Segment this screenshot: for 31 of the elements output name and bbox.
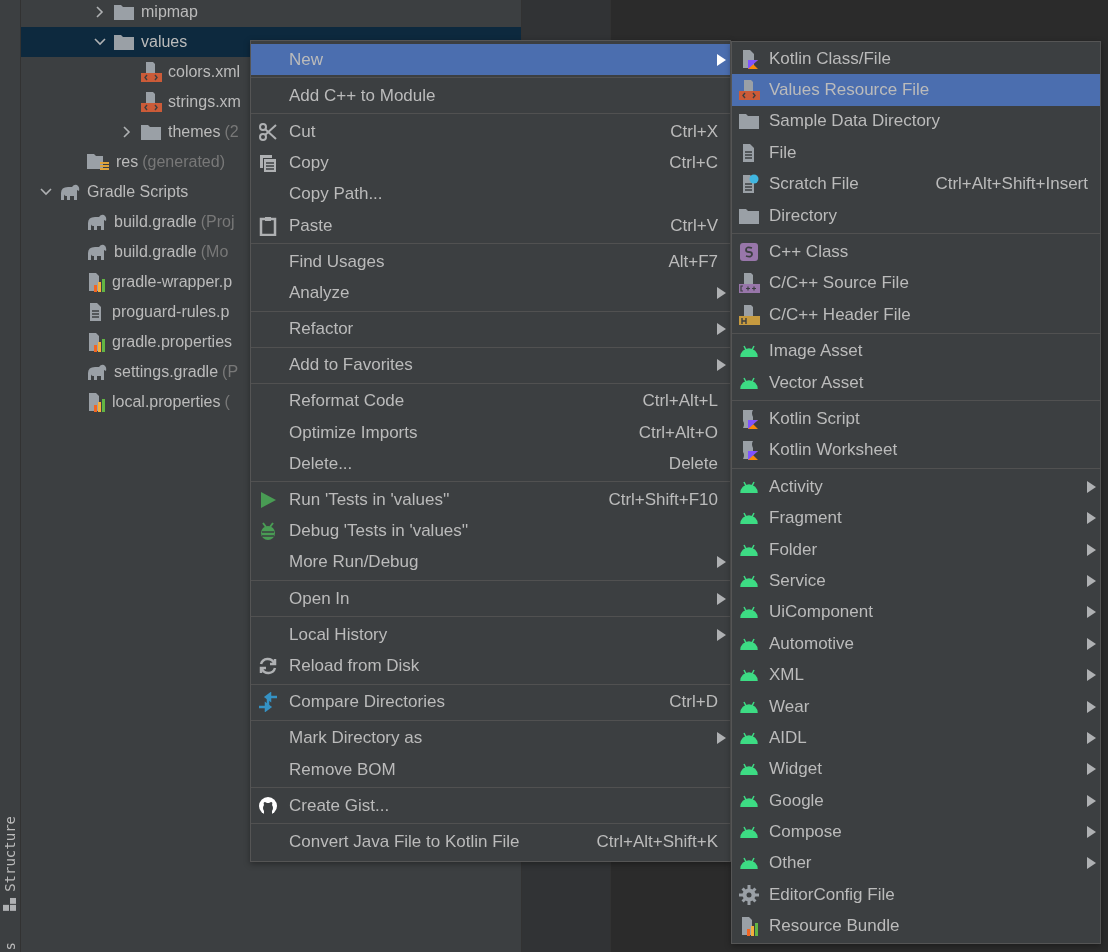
tree-item-label: Gradle Scripts	[87, 183, 189, 201]
tree-item-label: build.gradle	[114, 213, 197, 231]
tree-item-label: strings.xm	[168, 93, 241, 111]
tree-item-label: proguard-rules.p	[112, 303, 230, 321]
shortcut-text: Ctrl+Alt+Shift+K	[596, 831, 718, 852]
tree-item-note: (Mo	[200, 243, 229, 261]
shortcut-text: Ctrl+X	[670, 121, 718, 142]
shortcut-text: Ctrl+Shift+F10	[608, 490, 718, 511]
tree-item-label: res	[116, 153, 139, 171]
shortcut-text: Ctrl+C	[669, 153, 718, 174]
tree-item-note: (P	[222, 363, 239, 381]
shortcut-text: Ctrl+Alt+O	[638, 422, 718, 443]
tree-item-label: gradle.properties	[112, 333, 233, 351]
tree-item-note: (Proj	[200, 213, 235, 231]
tree-item-note: (generated)	[142, 153, 225, 171]
shortcut-text: Ctrl+V	[670, 215, 718, 236]
tree-item-label: settings.gradle	[114, 363, 219, 381]
shortcut-text: Ctrl+Alt+Shift+Insert	[935, 174, 1088, 195]
shortcut-text: Alt+F7	[668, 251, 718, 272]
tree-item-label: gradle-wrapper.p	[112, 273, 233, 291]
tree-item-label: colors.xml	[168, 63, 240, 81]
shortcut-text: Ctrl+Alt+L	[642, 391, 718, 412]
tree-item-label: mipmap	[141, 3, 198, 21]
tree-item-label: local.properties	[112, 393, 221, 411]
shortcut-text: Ctrl+D	[669, 692, 718, 713]
tree-item-note: (	[224, 393, 230, 411]
tree-item-note: (2	[224, 123, 239, 141]
shortcut-text: Delete	[668, 453, 718, 474]
tree-item-label: build.gradle	[114, 243, 197, 261]
tree-item-label: values	[141, 33, 188, 51]
tree-item-label: themes	[168, 123, 221, 141]
